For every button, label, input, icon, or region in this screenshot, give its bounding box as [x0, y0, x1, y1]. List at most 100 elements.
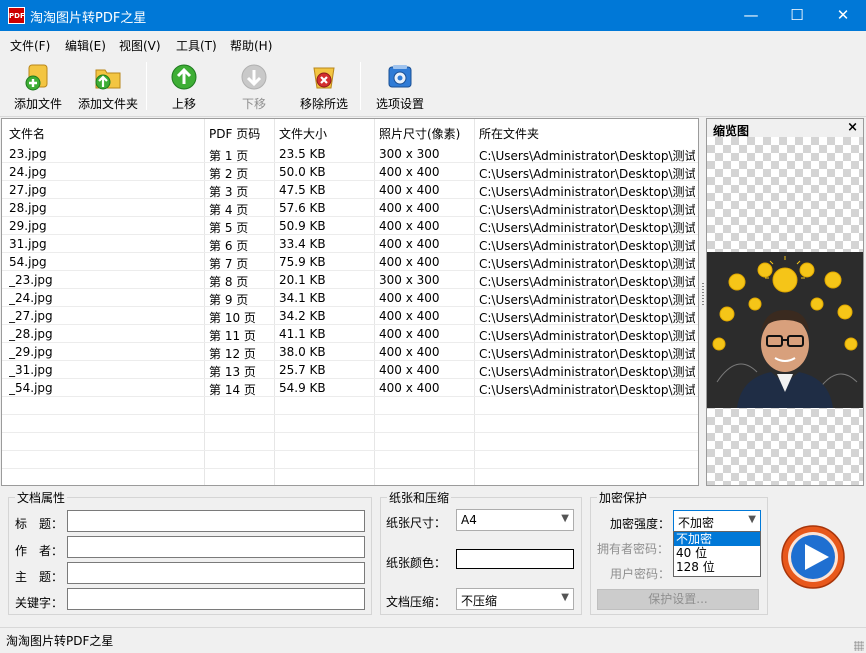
protect-settings-button[interactable]: 保护设置... — [597, 589, 759, 610]
table-cell: 400 x 400 — [379, 183, 440, 197]
title-field[interactable] — [67, 510, 365, 532]
table-cell: 第 10 页 — [209, 311, 256, 325]
dropdown-option[interactable]: 40 位 — [674, 546, 760, 560]
maximize-button[interactable]: ☐ — [774, 0, 820, 31]
table-cell: _24.jpg — [9, 291, 53, 305]
keywords-field[interactable] — [67, 588, 365, 610]
table-cell: 75.9 KB — [279, 255, 326, 269]
options-button[interactable]: 选项设置 — [372, 60, 428, 114]
table-cell: 400 x 400 — [379, 237, 440, 251]
table-cell: C:\Users\Administrator\Desktop\测试... — [479, 383, 695, 397]
table-cell: 第 14 页 — [209, 383, 256, 397]
menu-help[interactable]: 帮助(H) — [230, 37, 272, 54]
encryption-title: 加密保护 — [597, 489, 650, 506]
add-folder-icon — [95, 69, 121, 90]
compression-select[interactable]: 不压缩 ▼ — [456, 588, 574, 610]
thumbnail-canvas — [707, 137, 863, 485]
column-header-folder[interactable]: 所在文件夹 — [479, 125, 539, 142]
table-cell: 400 x 400 — [379, 219, 440, 233]
add-folder-button[interactable]: 添加文件夹 — [76, 60, 140, 114]
empty-row — [2, 415, 698, 433]
table-cell: 33.4 KB — [279, 237, 326, 251]
menu-tools[interactable]: 工具(T) — [176, 37, 217, 54]
table-cell: 27.jpg — [9, 183, 47, 197]
table-row[interactable]: _31.jpg 第 13 页 25.7 KB 400 x 400 C:\Users\Ad… — [2, 361, 698, 379]
paper-color-picker[interactable] — [456, 549, 574, 569]
dropdown-option[interactable]: 128 位 — [674, 560, 760, 574]
thumbnail-pane: 缩览图 × — [706, 118, 864, 486]
empty-row — [2, 397, 698, 415]
table-cell: 第 6 页 — [209, 239, 249, 253]
table-cell: 47.5 KB — [279, 183, 326, 197]
minimize-button[interactable]: — — [728, 0, 774, 31]
table-row[interactable]: 28.jpg 第 4 页 57.6 KB 400 x 400 C:\Users\Admi… — [2, 199, 698, 217]
start-convert-button[interactable] — [780, 524, 846, 590]
menu-bar: 文件(F) 编辑(E) 视图(V) 工具(T) 帮助(H) — [0, 31, 866, 57]
table-row[interactable]: 24.jpg 第 2 页 50.0 KB 400 x 400 C:\Users\Admi… — [2, 163, 698, 181]
table-cell: 29.jpg — [9, 219, 47, 233]
move-down-button[interactable]: 下移 — [230, 60, 278, 114]
thumbnail-close-icon[interactable]: × — [847, 120, 858, 135]
close-button[interactable]: ✕ — [820, 0, 866, 31]
table-cell: 第 1 页 — [209, 149, 249, 163]
table-row[interactable]: _27.jpg 第 10 页 34.2 KB 400 x 400 C:\Users\Ad… — [2, 307, 698, 325]
table-row[interactable]: 27.jpg 第 3 页 47.5 KB 400 x 400 C:\Users\Admi… — [2, 181, 698, 199]
table-row[interactable]: 29.jpg 第 5 页 50.9 KB 400 x 400 C:\Users\Admi… — [2, 217, 698, 235]
arrow-up-icon — [171, 64, 197, 90]
table-cell: 38.0 KB — [279, 345, 326, 359]
table-cell: 20.1 KB — [279, 273, 326, 287]
remove-icon — [313, 67, 335, 89]
table-cell: 400 x 400 — [379, 327, 440, 341]
table-row[interactable]: 31.jpg 第 6 页 33.4 KB 400 x 400 C:\Users\Admi… — [2, 235, 698, 253]
table-row[interactable]: _28.jpg 第 11 页 41.1 KB 400 x 400 C:\Users\Ad… — [2, 325, 698, 343]
table-cell: 400 x 400 — [379, 363, 440, 377]
column-header-dimensions[interactable]: 照片尺寸(像素) — [379, 125, 460, 142]
table-cell: 第 8 页 — [209, 275, 249, 289]
menu-edit[interactable]: 编辑(E) — [65, 37, 106, 54]
chevron-down-icon: ▼ — [561, 592, 569, 603]
file-list-table[interactable]: 文件名 PDF 页码 文件大小 照片尺寸(像素) 所在文件夹 23.jpg 第 1… — [1, 118, 699, 486]
table-cell: C:\Users\Administrator\Desktop\测试... — [479, 329, 695, 343]
settings-icon — [388, 65, 412, 88]
remove-selected-button[interactable]: 移除所选 — [296, 60, 352, 114]
table-cell: 400 x 400 — [379, 201, 440, 215]
paper-size-select[interactable]: A4 ▼ — [456, 509, 574, 531]
table-row[interactable]: 54.jpg 第 7 页 75.9 KB 400 x 400 C:\Users\Admi… — [2, 253, 698, 271]
encryption-strength-select[interactable]: 不加密 ▼ — [673, 510, 761, 532]
keywords-label: 关键字： — [15, 596, 64, 610]
table-row[interactable]: _29.jpg 第 12 页 38.0 KB 400 x 400 C:\Users\Ad… — [2, 343, 698, 361]
resize-grip-icon[interactable] — [854, 641, 864, 651]
column-header-size[interactable]: 文件大小 — [279, 125, 327, 142]
table-cell: C:\Users\Administrator\Desktop\测试... — [479, 347, 695, 361]
title-label: 标 题： — [15, 517, 64, 531]
encryption-strength-dropdown[interactable]: 不加密 40 位 128 位 — [673, 531, 761, 577]
add-file-button[interactable]: 添加文件 — [8, 60, 68, 114]
table-body: 23.jpg 第 1 页 23.5 KB 300 x 300 C:\Users\Admi… — [2, 145, 698, 469]
column-header-page[interactable]: PDF 页码 — [209, 125, 260, 142]
column-header-filename[interactable]: 文件名 — [9, 125, 45, 142]
table-cell: 400 x 400 — [379, 291, 440, 305]
table-cell: _27.jpg — [9, 309, 53, 323]
table-cell: 300 x 300 — [379, 273, 440, 287]
table-row[interactable]: _24.jpg 第 9 页 34.1 KB 400 x 400 C:\Users\Adm… — [2, 289, 698, 307]
status-text: 淘淘图片转PDF之星 — [6, 634, 114, 648]
toolbar-separator — [146, 62, 147, 110]
menu-view[interactable]: 视图(V) — [119, 37, 161, 54]
table-cell: C:\Users\Administrator\Desktop\测试... — [479, 167, 695, 181]
window-title: 淘淘图片转PDF之星 — [30, 11, 147, 26]
table-cell: _29.jpg — [9, 345, 53, 359]
table-cell: C:\Users\Administrator\Desktop\测试... — [479, 293, 695, 307]
table-row[interactable]: _54.jpg 第 14 页 54.9 KB 400 x 400 C:\Users\Ad… — [2, 379, 698, 397]
dropdown-option[interactable]: 不加密 — [674, 532, 760, 546]
author-field[interactable] — [67, 536, 365, 558]
table-row[interactable]: _23.jpg 第 8 页 20.1 KB 300 x 300 C:\Users\Adm… — [2, 271, 698, 289]
menu-file[interactable]: 文件(F) — [10, 37, 50, 54]
table-cell: C:\Users\Administrator\Desktop\测试... — [479, 311, 695, 325]
subject-field[interactable] — [67, 562, 365, 584]
table-cell: 第 12 页 — [209, 347, 256, 361]
table-cell: 300 x 300 — [379, 147, 440, 161]
toolbar: 添加文件 添加文件夹 上移 下移 移除所选 选项设置 — [0, 57, 866, 117]
table-cell: 第 4 页 — [209, 203, 249, 217]
move-up-button[interactable]: 上移 — [160, 60, 208, 114]
table-row[interactable]: 23.jpg 第 1 页 23.5 KB 300 x 300 C:\Users\Admi… — [2, 145, 698, 163]
